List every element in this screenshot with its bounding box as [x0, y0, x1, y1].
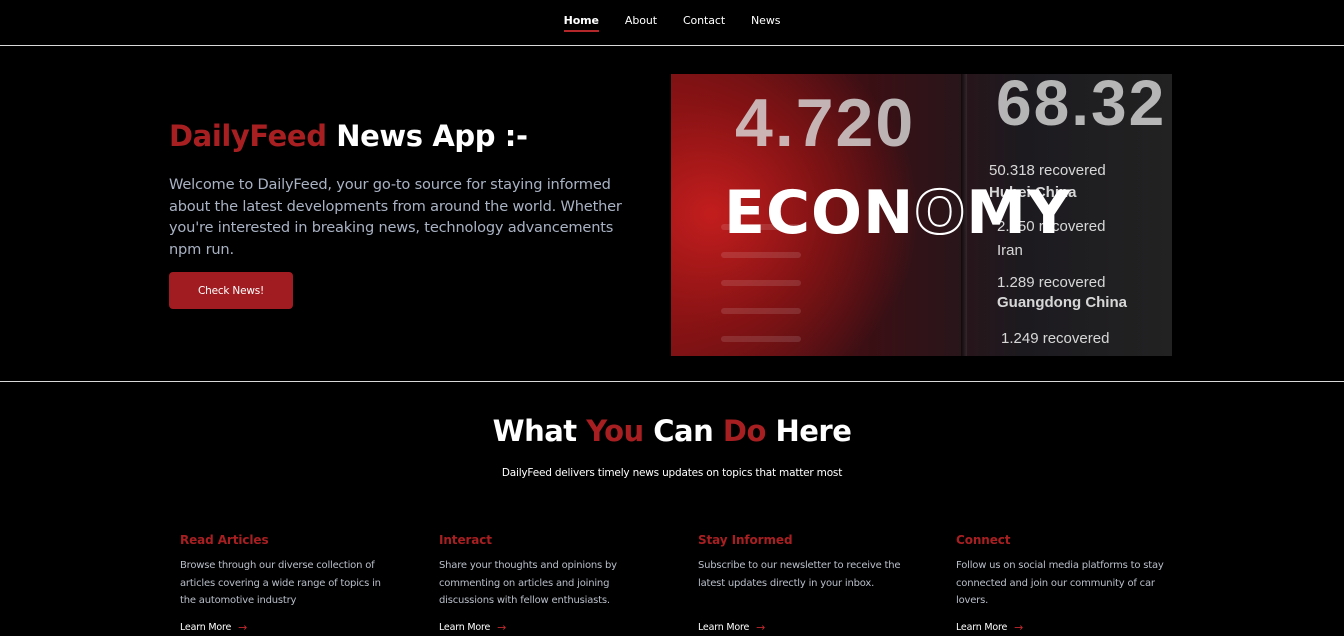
economy-letter: M [966, 178, 1028, 248]
card-text: Follow us on social media platforms to s… [956, 560, 1164, 606]
hero-title: DailyFeed News App :- [169, 119, 528, 153]
image-row-value: 1.249 recovered [1001, 330, 1110, 347]
learn-more-link[interactable]: Learn More → [439, 621, 506, 634]
features-title-part: Can [643, 414, 723, 448]
image-row-blur [721, 308, 801, 314]
economy-letter: C [766, 178, 812, 248]
card-text: Subscribe to our newsletter to receive t… [698, 560, 901, 589]
image-row-value: 50.318 recovered [989, 162, 1106, 179]
hero-section: DailyFeed News App :- Welcome to DailyFe… [0, 47, 1344, 382]
economy-letter: O [811, 178, 864, 248]
economy-letter: N [863, 178, 915, 248]
image-number-left: 4.720 [735, 85, 916, 161]
economy-letter: Y [1027, 178, 1072, 248]
nav-about-link[interactable]: About [625, 14, 657, 32]
image-row-place: Guangdong China [997, 294, 1127, 311]
economy-hero-image: 4.720 68.32 50.318 recovered Hubei China… [671, 74, 1172, 356]
arrow-right-icon: → [497, 621, 507, 634]
nav-contact-link[interactable]: Contact [683, 14, 725, 32]
card-title: Read Articles [180, 533, 269, 547]
features-title-accent: Do [722, 414, 767, 448]
nav-links: Home About Contact News [0, 14, 1344, 32]
check-news-button[interactable]: Check News! [169, 272, 293, 309]
image-row-blur [721, 280, 801, 286]
arrow-right-icon: → [756, 621, 766, 634]
feature-card-stay-informed: Stay Informed Subscribe to our newslette… [698, 533, 913, 634]
features-title: What You Can Do Here [0, 414, 1344, 448]
features-title-part: What [492, 414, 587, 448]
arrow-right-icon: → [1014, 621, 1024, 634]
nav-news-link[interactable]: News [751, 14, 780, 32]
image-row-blur [721, 252, 801, 258]
card-text: Browse through our diverse collection of… [180, 560, 381, 606]
image-number-right: 68.32 [996, 74, 1167, 139]
card-title: Connect [956, 533, 1011, 547]
features-title-accent: You [586, 414, 644, 448]
card-text: Share your thoughts and opinions by comm… [439, 560, 617, 606]
arrow-right-icon: → [238, 621, 248, 634]
hero-description: Welcome to DailyFeed, your go-to source … [169, 176, 622, 258]
learn-more-link[interactable]: Learn More → [180, 621, 247, 634]
learn-more-link[interactable]: Learn More → [698, 621, 765, 634]
learn-more-label: Learn More [698, 622, 750, 633]
nav-home-link[interactable]: Home [563, 14, 599, 32]
feature-card-interact: Interact Share your thoughts and opinion… [439, 533, 654, 634]
card-title: Interact [439, 533, 492, 547]
image-row-blur [721, 336, 801, 342]
top-navigation: Home About Contact News [0, 0, 1344, 46]
hero-title-rest: News App :- [326, 119, 528, 153]
learn-more-label: Learn More [956, 622, 1008, 633]
economy-headline: ECONOMY [724, 177, 1072, 249]
hero-title-brand: DailyFeed [169, 119, 327, 153]
image-row-value: 1.289 recovered [997, 274, 1106, 291]
card-title: Stay Informed [698, 533, 793, 547]
features-title-part: Here [765, 414, 852, 448]
feature-card-read-articles: Read Articles Browse through our diverse… [180, 533, 395, 634]
learn-more-label: Learn More [180, 622, 232, 633]
learn-more-link[interactable]: Learn More → [956, 621, 1023, 634]
learn-more-label: Learn More [439, 622, 491, 633]
feature-card-connect: Connect Follow us on social media platfo… [956, 533, 1171, 634]
economy-letter: O [913, 177, 967, 249]
economy-letter: E [724, 178, 766, 248]
features-subtitle: DailyFeed delivers timely news updates o… [501, 467, 843, 479]
